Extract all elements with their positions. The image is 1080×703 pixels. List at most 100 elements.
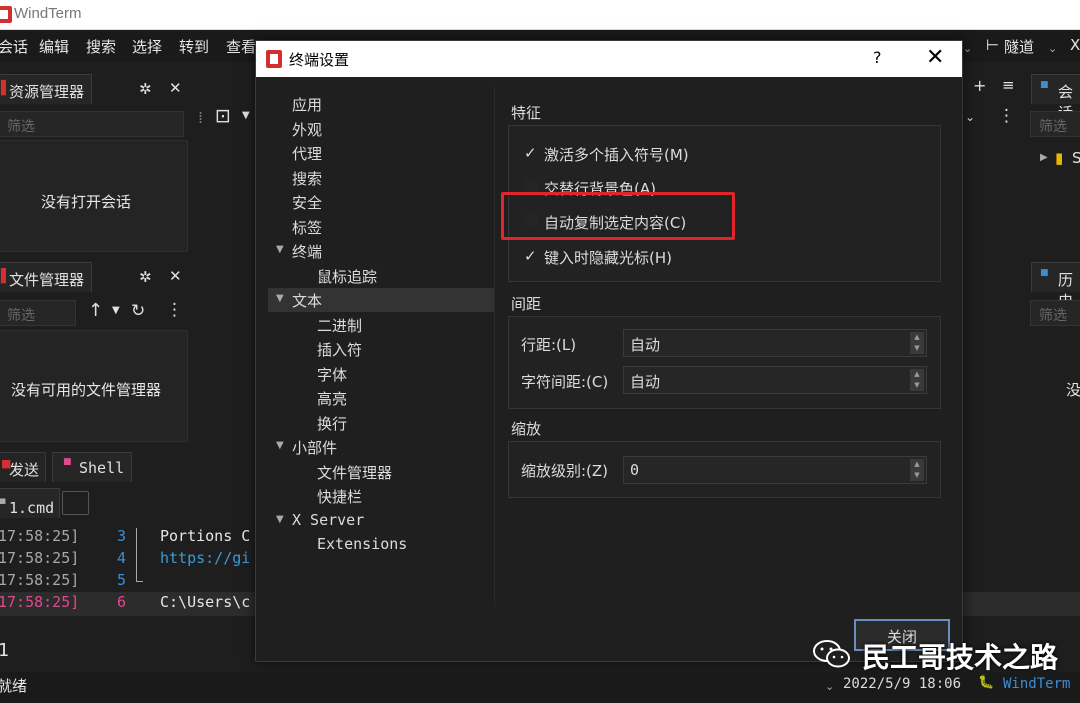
status-ready: 就绪 xyxy=(0,677,28,695)
status-brand[interactable]: WindTerm xyxy=(1003,676,1070,692)
nav-item-text[interactable]: ▼ 文本 xyxy=(268,288,494,312)
zoom-level-label: 缩放级别:(Z) xyxy=(521,462,609,480)
option-label: 键入时隐藏光标(H) xyxy=(544,249,672,267)
nav-item-terminal[interactable]: ▼ 终端 xyxy=(268,239,494,263)
shell-icon: ■ xyxy=(63,457,72,467)
help-button[interactable]: ? xyxy=(873,48,882,67)
nav-item-binary[interactable]: 二进制 xyxy=(268,313,494,337)
empty-message: 没 xyxy=(1066,381,1080,399)
nav-item-widgets[interactable]: ▼ 小部件 xyxy=(268,435,494,459)
tab-sessions[interactable]: ■ 会话 xyxy=(1031,74,1080,122)
arrow-up-icon[interactable]: ↑ xyxy=(88,300,103,321)
nav-item-extensions[interactable]: Extensions xyxy=(268,533,494,557)
menu-goto[interactable]: 转到 xyxy=(179,36,209,57)
chevron-right-icon[interactable]: ▶ xyxy=(1040,152,1048,163)
nav-item-highlight[interactable]: 高亮 xyxy=(268,386,494,410)
more-icon[interactable]: ⋮ xyxy=(166,300,183,320)
app-logo-icon xyxy=(0,6,12,23)
option-label: 激活多个插入符号(M) xyxy=(544,146,689,164)
dialog-close-button[interactable]: ✕ xyxy=(926,45,944,70)
app-logo-icon xyxy=(266,50,282,68)
zoom-level-spinbox[interactable]: 0 ▲ ▼ xyxy=(623,456,927,484)
gear-icon[interactable]: ✲ xyxy=(139,268,152,286)
char-spacing-spinbox[interactable]: 自动 ▲ ▼ xyxy=(623,366,927,394)
watermark-text: 民工哥技术之路 xyxy=(862,641,1059,674)
spin-arrows-icon[interactable]: ▲ ▼ xyxy=(910,332,924,354)
chevron-down-icon[interactable]: ▼ xyxy=(276,244,284,255)
nav-item-x-server[interactable]: ▼ X Server xyxy=(268,509,494,533)
tab-label: 发送 xyxy=(9,461,40,479)
nav-item-app[interactable]: 应用 xyxy=(268,92,494,116)
char-spacing-label: 字符间距:(C) xyxy=(521,373,609,391)
new-terminal-button[interactable] xyxy=(62,491,89,515)
nav-item-mouse-tracking[interactable]: 鼠标追踪 xyxy=(268,264,494,288)
file-filter-input[interactable]: 筛选 xyxy=(0,300,76,326)
tab-label: 资源管理器 xyxy=(9,83,85,101)
tab-resource-manager[interactable]: ▌ 资源管理器 xyxy=(0,74,92,104)
terminal-text: Portions C xyxy=(160,527,251,545)
tunnel-icon[interactable]: ⊢ xyxy=(986,36,999,54)
status-datetime: 2022/5/9 18:06 xyxy=(843,676,962,692)
checkmark-icon: ✓ xyxy=(524,144,537,162)
chevron-down-icon[interactable]: ▼ xyxy=(276,514,284,525)
nav-item-security[interactable]: 安全 xyxy=(268,190,494,214)
bug-icon: 🐛 xyxy=(978,675,995,690)
wechat-icon xyxy=(813,640,850,668)
terminal-area[interactable]: 17:58:25] 3 Portions C 17:58:25] 4 https… xyxy=(0,522,255,664)
folder-icon: ▮ xyxy=(1055,149,1064,167)
new-tab-icon[interactable]: ⊡ xyxy=(215,105,231,127)
menu-session[interactable]: 会话 xyxy=(0,36,28,57)
menu-select[interactable]: 选择 xyxy=(132,36,162,57)
tab-send[interactable]: ■ 发送 xyxy=(0,452,46,482)
current-line-highlight-right xyxy=(963,592,1080,616)
close-icon[interactable]: ✕ xyxy=(169,267,182,285)
close-icon[interactable]: ✕ xyxy=(169,79,182,97)
chevron-down-icon[interactable]: ⌄ xyxy=(825,680,834,693)
menu-edit[interactable]: 编辑 xyxy=(39,36,69,57)
history-filter-input[interactable]: 筛选 xyxy=(1030,300,1080,326)
terminal-line: 17:58:25] xyxy=(0,527,80,545)
nav-item-wrap[interactable]: 换行 xyxy=(268,411,494,435)
spin-arrows-icon[interactable]: ▲ ▼ xyxy=(910,369,924,391)
chevron-down-icon[interactable]: ⌄ xyxy=(965,110,975,124)
nav-item-font[interactable]: 字体 xyxy=(268,362,494,386)
menu-tunnel[interactable]: 隧道 xyxy=(1004,36,1034,57)
menu-search[interactable]: 搜索 xyxy=(86,36,116,57)
tab-history[interactable]: ■ 历史 xyxy=(1031,262,1080,310)
chevron-down-icon[interactable]: ▼ xyxy=(276,440,284,451)
sessions-filter-input[interactable]: 筛选 xyxy=(1030,111,1080,137)
nav-item-file-manager[interactable]: 文件管理器 xyxy=(268,460,494,484)
menu-extra[interactable]: X xyxy=(1070,36,1080,54)
nav-item-quickbar[interactable]: 快捷栏 xyxy=(268,484,494,508)
menu-view[interactable]: 查看 xyxy=(226,36,256,57)
tab-cmd[interactable]: ▪ 1.cmd xyxy=(0,488,60,518)
chevron-down-icon[interactable]: ▼ xyxy=(276,293,284,304)
nav-divider xyxy=(494,86,495,606)
gear-icon[interactable]: ✲ xyxy=(139,80,152,98)
add-icon[interactable]: + xyxy=(973,76,986,95)
nav-item-search[interactable]: 搜索 xyxy=(268,166,494,190)
chevron-down-icon[interactable]: ⌄ xyxy=(1048,42,1057,55)
sessions-icon: ■ xyxy=(1040,80,1049,90)
nav-item-proxy[interactable]: 代理 xyxy=(268,141,494,165)
line-spacing-spinbox[interactable]: 自动 ▲ ▼ xyxy=(623,329,927,357)
refresh-icon[interactable]: ↻ xyxy=(131,301,145,321)
menu-icon[interactable]: ≡ xyxy=(1002,76,1015,94)
annotation-highlight xyxy=(501,192,735,240)
spin-arrows-icon[interactable]: ▲ ▼ xyxy=(910,459,924,481)
chevron-down-icon[interactable]: ⌄ xyxy=(963,42,972,55)
nav-item-caret[interactable]: 插入符 xyxy=(268,337,494,361)
more-icon[interactable]: ⋮ xyxy=(998,106,1015,126)
nav-item-tags[interactable]: 标签 xyxy=(268,215,494,239)
tab-file-manager[interactable]: ▌ 文件管理器 xyxy=(0,262,92,292)
nav-item-appearance[interactable]: 外观 xyxy=(268,117,494,141)
chevron-down-icon[interactable]: ▼ xyxy=(242,110,250,121)
terminal-link[interactable]: https://gi xyxy=(160,549,250,567)
checkbox[interactable] xyxy=(524,179,538,193)
line-number: 3 xyxy=(117,527,127,545)
folder-label[interactable]: S xyxy=(1072,149,1080,167)
terminal-line: 17:58:25] xyxy=(0,549,80,567)
resource-filter-input[interactable]: 筛选 xyxy=(0,111,184,137)
chevron-down-icon[interactable]: ▼ xyxy=(112,305,120,316)
tab-shell[interactable]: ■ Shell xyxy=(52,452,132,482)
